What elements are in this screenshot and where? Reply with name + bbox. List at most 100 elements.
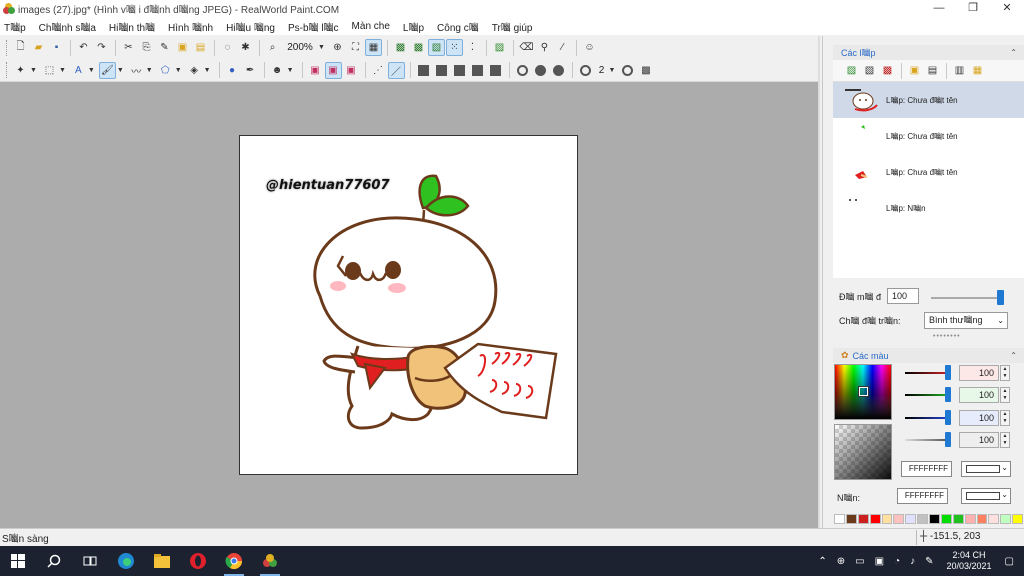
drop-icon[interactable]: ● [224, 62, 241, 79]
zoom-level[interactable]: 200% [282, 42, 318, 53]
blue-value-input[interactable]: 100 [959, 410, 999, 426]
opera-browser-icon[interactable] [180, 546, 216, 576]
palette-swatch[interactable] [976, 514, 988, 524]
volume-icon[interactable]: ♪ [910, 556, 915, 567]
palette-swatch[interactable] [845, 514, 857, 524]
edge-browser-icon[interactable] [108, 546, 144, 576]
channel-thumb[interactable] [945, 387, 951, 402]
collapse-icon[interactable]: ⌃ [1010, 48, 1017, 57]
blend-mode-select[interactable]: Bình thư㗀ng ⌄ [924, 311, 1008, 329]
language-icon[interactable]: ✎ [925, 556, 933, 567]
selection-corners-icon[interactable]: ⁚ [464, 39, 481, 56]
blend-mode-c-icon[interactable]: ▣ [343, 62, 360, 79]
palette-swatch[interactable] [869, 514, 881, 524]
circle-filled-icon[interactable] [532, 62, 549, 79]
zoom-dropdown-icon[interactable]: ▼ [318, 44, 325, 51]
spin-icon[interactable]: ▲ ▼ [1000, 365, 1010, 381]
image-canvas[interactable]: @hientuan77607 [239, 135, 578, 475]
red-value-input[interactable]: 100 [959, 365, 999, 381]
blend-mode-b-icon[interactable]: ▣ [324, 61, 342, 79]
palette-swatch[interactable] [857, 514, 869, 524]
task-view-icon[interactable] [72, 546, 108, 576]
alpha-picker[interactable] [834, 424, 892, 480]
palette-swatch[interactable] [905, 514, 917, 524]
image-view-icon[interactable]: ▧ [427, 39, 445, 56]
opacity-slider-thumb[interactable] [997, 290, 1004, 305]
color-picker-icon[interactable]: ✒ [242, 62, 259, 79]
menu-edit[interactable]: Ch㗀nh s㗀a [39, 19, 96, 34]
pipette-icon[interactable]: ⁄ [554, 39, 571, 56]
dropdown-icon[interactable]: ▼ [175, 67, 182, 74]
curve-icon[interactable]: 〰 [128, 62, 145, 79]
menu-layer[interactable]: L㗀p [403, 19, 424, 34]
palette-swatch[interactable] [929, 514, 940, 524]
channel-thumb[interactable] [945, 410, 951, 425]
add-layer-icon[interactable]: ▨ [843, 62, 860, 79]
antialias-icon[interactable]: ▩ [637, 62, 654, 79]
palette-swatch[interactable] [1000, 514, 1012, 524]
menu-view[interactable]: Hi㗀n th㗀 [109, 19, 155, 34]
shape-square-outline-icon[interactable] [415, 62, 432, 79]
paste-icon[interactable]: ▣ [174, 39, 191, 56]
grid-icon[interactable]: ▩ [392, 39, 409, 56]
image-icon[interactable]: ▨ [491, 39, 508, 56]
palette-swatch[interactable] [1012, 514, 1023, 524]
layer-properties-icon[interactable]: ▦ [969, 62, 986, 79]
menu-ps-filters[interactable]: Ps-b㗀 l㗀c [288, 19, 339, 34]
menu-file[interactable]: T㗀p [4, 19, 26, 34]
new-file-icon[interactable]: 🗋 [12, 39, 29, 56]
workspace[interactable]: @hientuan77607 [0, 82, 820, 528]
layers-toggle-icon[interactable]: ▦ [364, 39, 382, 56]
windows-start-icon[interactable] [0, 546, 36, 576]
brush-size-small-icon[interactable] [577, 62, 594, 79]
spin-icon[interactable]: ▲ ▼ [1000, 387, 1010, 403]
rect-select-icon[interactable]: ⬚ [41, 62, 58, 79]
opacity-input[interactable]: 100 [887, 288, 920, 304]
shape-square-alt-icon[interactable] [469, 62, 486, 79]
zoom-fit-icon[interactable]: ⊕ [329, 39, 346, 56]
layer-item[interactable]: L㗀p: Chưa đ㗀t tên [833, 82, 1024, 118]
dropdown-icon[interactable]: ▼ [146, 67, 153, 74]
delete-layer-icon[interactable]: ▩ [879, 62, 896, 79]
colors-panel-header[interactable]: ✿ Các màu ⌃ [833, 348, 1024, 363]
network-icon[interactable]: ⊕ [837, 556, 845, 567]
zoom-tool-icon[interactable]: ⌕ [264, 39, 281, 56]
channel-track[interactable] [905, 417, 947, 419]
dropdown-icon[interactable]: ▼ [204, 67, 211, 74]
dropdown-icon[interactable]: ▼ [117, 67, 124, 74]
maximize-button[interactable]: ❐ [956, 0, 990, 17]
shape-square-fill-icon[interactable] [433, 62, 450, 79]
battery-icon[interactable]: ▭ [855, 556, 864, 567]
brush-size-large-icon[interactable] [619, 62, 636, 79]
channel-thumb[interactable] [945, 365, 951, 380]
clock[interactable]: 2:04 CH 20/03/2021 [947, 550, 992, 572]
spin-icon[interactable]: ▲ ▼ [1000, 432, 1010, 448]
palette-swatch[interactable] [952, 514, 964, 524]
channel-track[interactable] [905, 394, 947, 396]
duplicate-layer-icon[interactable]: ▧ [861, 62, 878, 79]
toolbar-grip[interactable] [6, 62, 9, 78]
undo-icon[interactable]: ↶ [75, 39, 92, 56]
display-icon[interactable]: ▣ [875, 556, 884, 567]
magic-wand-icon[interactable]: ✦ [12, 62, 29, 79]
fullscreen-icon[interactable]: ⛶ [347, 39, 364, 56]
green-value-input[interactable]: 100 [959, 387, 999, 403]
palette-swatch[interactable] [834, 514, 845, 524]
toolbar-grip[interactable] [6, 39, 9, 56]
background-hex-input[interactable]: FFFFFFFF [897, 488, 948, 504]
circle-both-icon[interactable] [550, 62, 567, 79]
brush-width-value[interactable]: 2 [595, 65, 609, 76]
shape-square-dark-icon[interactable] [487, 62, 504, 79]
opacity-slider-track[interactable] [931, 297, 1003, 299]
picker-crosshair[interactable] [858, 386, 869, 397]
menu-tools[interactable]: Công c㗀 [437, 19, 479, 34]
notifications-icon[interactable]: ▢ [1005, 556, 1014, 567]
dropdown-icon[interactable]: ▼ [59, 67, 66, 74]
cut-icon[interactable]: ✂ [120, 39, 137, 56]
merge-layer-icon[interactable]: ▥ [951, 62, 968, 79]
paste-new-icon[interactable]: ▤ [192, 39, 209, 56]
layer-item[interactable]: L㗀p: Chưa đ㗀t tên [833, 118, 1024, 154]
primary-swatch-dropdown[interactable]: ⌄ [961, 461, 1011, 477]
palette-swatch[interactable] [940, 514, 952, 524]
background-swatch-dropdown[interactable]: ⌄ [961, 488, 1011, 504]
